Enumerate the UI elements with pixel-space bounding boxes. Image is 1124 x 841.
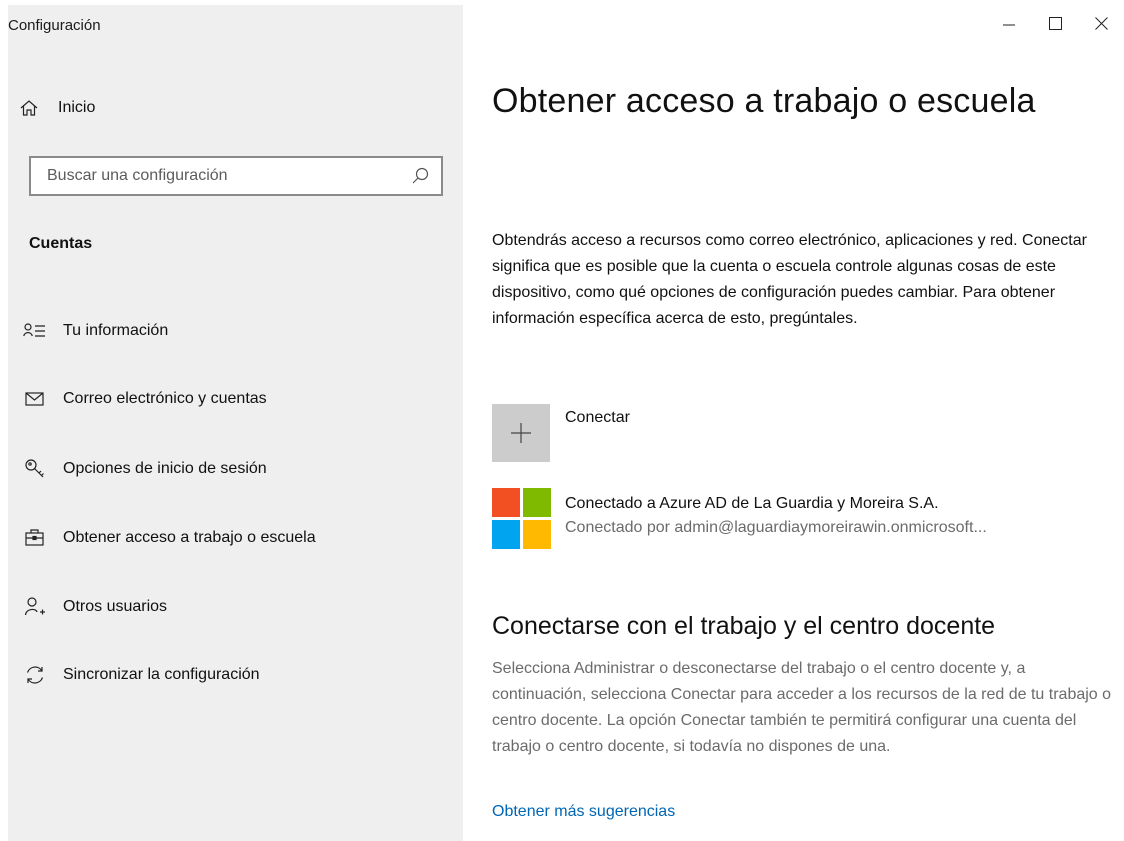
- sidebar-item-label: Obtener acceso a trabajo o escuela: [63, 529, 316, 546]
- help-heading: Conectarse con el trabajo y el centro do…: [492, 612, 996, 640]
- logo-square-yellow: [523, 520, 551, 549]
- connect-label: Conectar: [565, 409, 630, 426]
- user-info-icon: [22, 319, 48, 343]
- minimize-button[interactable]: [986, 0, 1032, 46]
- sidebar-item-label: Sincronizar la configuración: [63, 666, 260, 683]
- sidebar-item-label: Inicio: [58, 99, 96, 116]
- connect-button[interactable]: Conectar: [492, 404, 630, 462]
- main-content: Obtener acceso a trabajo o escuela Obten…: [463, 0, 1124, 841]
- briefcase-icon: [22, 526, 48, 550]
- connected-account[interactable]: Conectado a Azure AD de La Guardia y Mor…: [492, 488, 987, 550]
- section-heading: Cuentas: [29, 235, 93, 252]
- sidebar-item-label: Opciones de inicio de sesión: [63, 460, 267, 477]
- logo-square-red: [492, 488, 520, 517]
- home-icon: [18, 97, 40, 119]
- page-description: Obtendrás acceso a recursos como correo …: [492, 232, 1087, 327]
- close-icon: [1094, 16, 1108, 30]
- plus-tile: [492, 404, 550, 462]
- account-text: Conectado a Azure AD de La Guardia y Mor…: [565, 493, 987, 550]
- sidebar-item-tu-informacion[interactable]: Tu información: [22, 316, 168, 346]
- window-edge: [0, 0, 8, 841]
- sidebar-item-otros-usuarios[interactable]: Otros usuarios: [22, 592, 167, 622]
- help-text: Selecciona Administrar o desconectarse d…: [492, 660, 1112, 755]
- account-title: Conectado a Azure AD de La Guardia y Mor…: [565, 495, 939, 512]
- sidebar-item-inicio-sesion[interactable]: Opciones de inicio de sesión: [22, 454, 267, 484]
- sidebar-item-label: Otros usuarios: [63, 598, 168, 615]
- plus-icon: [511, 423, 531, 443]
- key-icon: [22, 457, 48, 481]
- account-subtitle: Conectado por admin@laguardiaymoreirawin…: [565, 519, 987, 536]
- mail-icon: [22, 387, 48, 411]
- sidebar-item-sincronizar[interactable]: Sincronizar la configuración: [22, 660, 260, 690]
- settings-window: Configuración Inicio Cuentas: [0, 0, 1124, 841]
- sidebar-item-home[interactable]: Inicio: [18, 93, 95, 123]
- close-button[interactable]: [1078, 0, 1124, 46]
- page-title: Obtener acceso a trabajo o escuela: [492, 82, 1036, 120]
- maximize-icon: [1048, 16, 1062, 30]
- search-input[interactable]: [45, 166, 409, 186]
- sidebar-item-trabajo-escuela[interactable]: Obtener acceso a trabajo o escuela: [22, 523, 316, 553]
- add-user-icon: [22, 595, 48, 619]
- microsoft-logo-icon: [492, 488, 551, 550]
- maximize-button[interactable]: [1032, 0, 1078, 46]
- logo-square-green: [523, 488, 551, 517]
- sidebar-item-label: Tu información: [63, 322, 169, 339]
- sidebar-item-correo[interactable]: Correo electrónico y cuentas: [22, 384, 267, 414]
- more-tips-link[interactable]: Obtener más sugerencias: [492, 803, 675, 821]
- search-box: [29, 156, 443, 196]
- search-icon[interactable]: [411, 167, 429, 185]
- sync-icon: [22, 663, 48, 687]
- logo-square-blue: [492, 520, 520, 549]
- window-controls: [986, 0, 1124, 46]
- app-title: Configuración: [8, 17, 101, 34]
- sidebar: Configuración Inicio Cuentas: [8, 5, 463, 841]
- minimize-icon: [1003, 24, 1015, 26]
- sidebar-item-label: Correo electrónico y cuentas: [63, 390, 267, 407]
